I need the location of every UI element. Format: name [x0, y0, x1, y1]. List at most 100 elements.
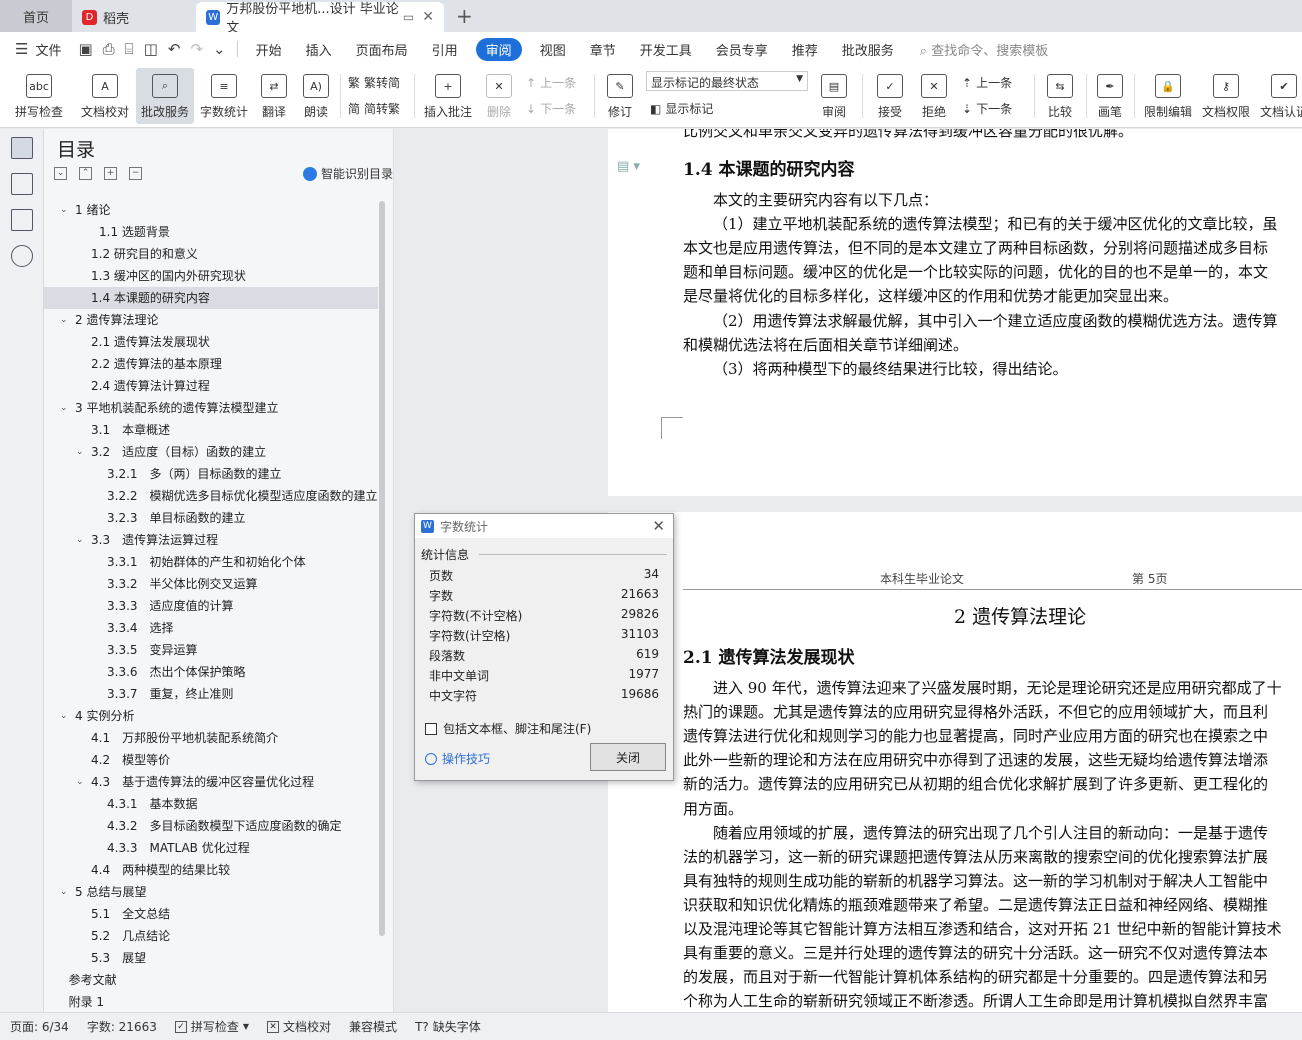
paragraph-menu-icon[interactable]: ▤ ▾ — [617, 159, 640, 174]
close-tab-icon[interactable]: ✕ — [422, 9, 434, 25]
toc-item[interactable]: 5.2 几点结论 — [44, 925, 378, 947]
accept-button[interactable]: ✓ 接受 — [870, 68, 910, 124]
menu-item-5[interactable]: 视图 — [528, 40, 578, 59]
toc-item[interactable]: 3.3.3 适应度值的计算 — [44, 595, 378, 617]
smart-toc-button[interactable]: 智能识别目录 — [302, 165, 393, 182]
next-comment-button[interactable]: ↓ 下一条 — [526, 100, 576, 117]
toc-item[interactable]: 1.1 选题背景 — [44, 221, 378, 243]
chevron-down-icon[interactable]: ⌄ — [76, 441, 84, 463]
toc-item[interactable]: 1.3 缓冲区的国内外研究现状 — [44, 265, 378, 287]
toc-item[interactable]: ⌄ 3.2 适应度（目标）函数的建立 — [44, 441, 378, 463]
toc-item[interactable]: 5.3 展望 — [44, 947, 378, 969]
menu-file[interactable]: 文件 — [33, 40, 73, 59]
print-icon[interactable]: ⌸ — [120, 40, 139, 58]
toc-item[interactable]: 5.1 全文总结 — [44, 903, 378, 925]
export-icon[interactable]: ⎙ — [98, 40, 120, 58]
toc-item[interactable]: 4.2 模型等价 — [44, 749, 378, 771]
toc-item[interactable]: 3.3.7 重复，终止准则 — [44, 683, 378, 705]
menu-item-10[interactable]: 批改服务 — [830, 40, 906, 59]
toc-item[interactable]: ⌄ 5 总结与展望 — [44, 881, 378, 903]
toc-item[interactable]: 4.4 两种模型的结果比较 — [44, 859, 378, 881]
prev-change-button[interactable]: ⇡ 上一条 — [962, 74, 1012, 91]
tab-daoke[interactable]: D 稻壳 — [72, 2, 192, 32]
tab-document[interactable]: W 万邦股份平地机...设计 毕业论文 ▭ ✕ — [196, 2, 444, 36]
chevron-down-icon[interactable]: ⌄ — [60, 881, 68, 903]
menu-item-1[interactable]: 插入 — [294, 40, 344, 59]
toc-item[interactable]: 3.2.3 单目标函数的建立 — [44, 507, 378, 529]
toc-item[interactable]: 参考文献 — [44, 969, 378, 991]
toc-panel-icon[interactable] — [10, 137, 33, 159]
collapse-all-icon[interactable]: ⌄ — [54, 167, 67, 180]
toc-item[interactable]: 1.4 本课题的研究内容 — [44, 287, 378, 309]
toc-item[interactable]: 2.2 遗传算法的基本原理 — [44, 353, 378, 375]
toc-item[interactable]: 附录 1 — [44, 991, 378, 1013]
remove-icon[interactable]: − — [129, 167, 142, 180]
chevron-down-icon[interactable]: ⌄ — [60, 397, 68, 419]
markup-state-select[interactable]: 显示标记的最终状态 ▼ — [646, 71, 808, 91]
pen-button[interactable]: ✒ 画笔 — [1092, 68, 1128, 124]
restrict-editing-button[interactable]: 🔒 限制编辑 — [1140, 68, 1196, 124]
close-button[interactable]: 关闭 — [590, 743, 666, 771]
next-change-button[interactable]: ⇣ 下一条 — [962, 100, 1012, 117]
insert-comment-button[interactable]: + 插入批注 — [420, 68, 476, 124]
toc-item[interactable]: 3.3.1 初始群体的产生和初始化个体 — [44, 551, 378, 573]
chevron-down-icon[interactable]: ⌄ — [76, 529, 84, 551]
toc-item[interactable]: 3.3.6 杰出个体保护策略 — [44, 661, 378, 683]
toc-item[interactable]: 3.2.1 多（两）目标函数的建立 — [44, 463, 378, 485]
new-tab-button[interactable]: + — [456, 2, 473, 32]
tips-link[interactable]: 操作技巧 — [425, 750, 490, 767]
correction-service-button[interactable]: ⌕ 批改服务 — [136, 68, 194, 124]
toc-item[interactable]: 2.4 遗传算法计算过程 — [44, 375, 378, 397]
search-command[interactable]: ⌕ 查找命令、搜索模板 — [920, 40, 1048, 59]
save-icon[interactable]: ▣ — [73, 40, 97, 58]
chapter-icon[interactable] — [10, 173, 33, 195]
toc-item[interactable]: 4.3.2 多目标函数模型下适应度函数的确定 — [44, 815, 378, 837]
spellcheck-status[interactable]: ✓ 拼写检查 ▼ — [174, 1018, 249, 1035]
redo-icon[interactable]: ↷ — [185, 40, 208, 58]
doc-permission-button[interactable]: ⚷ 文档权限 — [1200, 68, 1252, 124]
trad-to-simp-button[interactable]: 繁繁转简 — [348, 74, 400, 91]
translate-button[interactable]: ⇄ 翻译 — [256, 68, 292, 124]
toc-item[interactable]: 3.3.5 变异运算 — [44, 639, 378, 661]
toc-item[interactable]: 3.3.4 选择 — [44, 617, 378, 639]
add-icon[interactable]: + — [104, 167, 117, 180]
toc-item[interactable]: ⌄ 1 绪论 — [44, 199, 378, 221]
reject-button[interactable]: ✕ 拒绝 — [914, 68, 954, 124]
chevron-down-icon[interactable]: ⌄ — [60, 705, 68, 727]
menu-item-8[interactable]: 会员专享 — [704, 40, 780, 59]
proofread-button[interactable]: A 文档校对 — [76, 68, 134, 124]
menu-item-6[interactable]: 章节 — [578, 40, 628, 59]
menu-item-3[interactable]: 引用 — [420, 40, 470, 59]
undo-icon[interactable]: ↶ — [163, 40, 186, 58]
spellcheck-button[interactable]: abc 拼写检查 — [8, 68, 70, 124]
toc-item[interactable]: ⌄ 4 实例分析 — [44, 705, 378, 727]
toc-item[interactable]: 4.3.3 MATLAB 优化过程 — [44, 837, 378, 859]
simp-to-trad-button[interactable]: 简简转繁 — [348, 100, 400, 117]
page-indicator[interactable]: 页面: 6/34 — [10, 1018, 69, 1035]
menu-item-4[interactable]: 审阅 — [475, 37, 522, 61]
menu-item-2[interactable]: 页面布局 — [344, 40, 420, 59]
prev-comment-button[interactable]: ↑ 上一条 — [526, 74, 576, 91]
hamburger-icon[interactable]: ☰ — [10, 40, 33, 58]
toc-item[interactable]: 3.2.2 模糊优选多目标优化模型适应度函数的建立 — [44, 485, 378, 507]
menu-item-9[interactable]: 推荐 — [780, 40, 830, 59]
word-count-indicator[interactable]: 字数: 21663 — [87, 1018, 157, 1035]
search-icon[interactable] — [10, 245, 33, 267]
read-aloud-button[interactable]: A) 朗读 — [298, 68, 334, 124]
toc-item[interactable]: ⌄ 4.3 基于遗传算法的缓冲区容量优化过程 — [44, 771, 378, 793]
toc-item[interactable]: 2.1 遗传算法发展现状 — [44, 331, 378, 353]
review-pane-button[interactable]: ▤ 审阅 — [814, 68, 854, 124]
include-textbox-checkbox[interactable]: 包括文本框、脚注和尾注(F) — [425, 720, 591, 737]
proofread-status[interactable]: ✕ 文档校对 — [267, 1018, 331, 1035]
toc-item[interactable]: 3.1 本章概述 — [44, 419, 378, 441]
track-changes-button[interactable]: ✎ 修订 — [600, 68, 640, 124]
toc-item[interactable]: 4.1 万邦股份平地机装配系统简介 — [44, 727, 378, 749]
expand-all-icon[interactable]: ⌃ — [79, 167, 92, 180]
toc-item[interactable]: ⌄ 3 平地机装配系统的遗传算法模型建立 — [44, 397, 378, 419]
toc-scrollbar[interactable] — [379, 201, 385, 936]
delete-comment-button[interactable]: ✕ 删除 — [480, 68, 518, 124]
toc-item[interactable]: 3.3.2 半父体比例交叉运算 — [44, 573, 378, 595]
toc-item[interactable]: 4.3.1 基本数据 — [44, 793, 378, 815]
close-icon[interactable]: ✕ — [652, 517, 665, 535]
show-markup-button[interactable]: ◧ 显示标记 — [650, 100, 713, 117]
